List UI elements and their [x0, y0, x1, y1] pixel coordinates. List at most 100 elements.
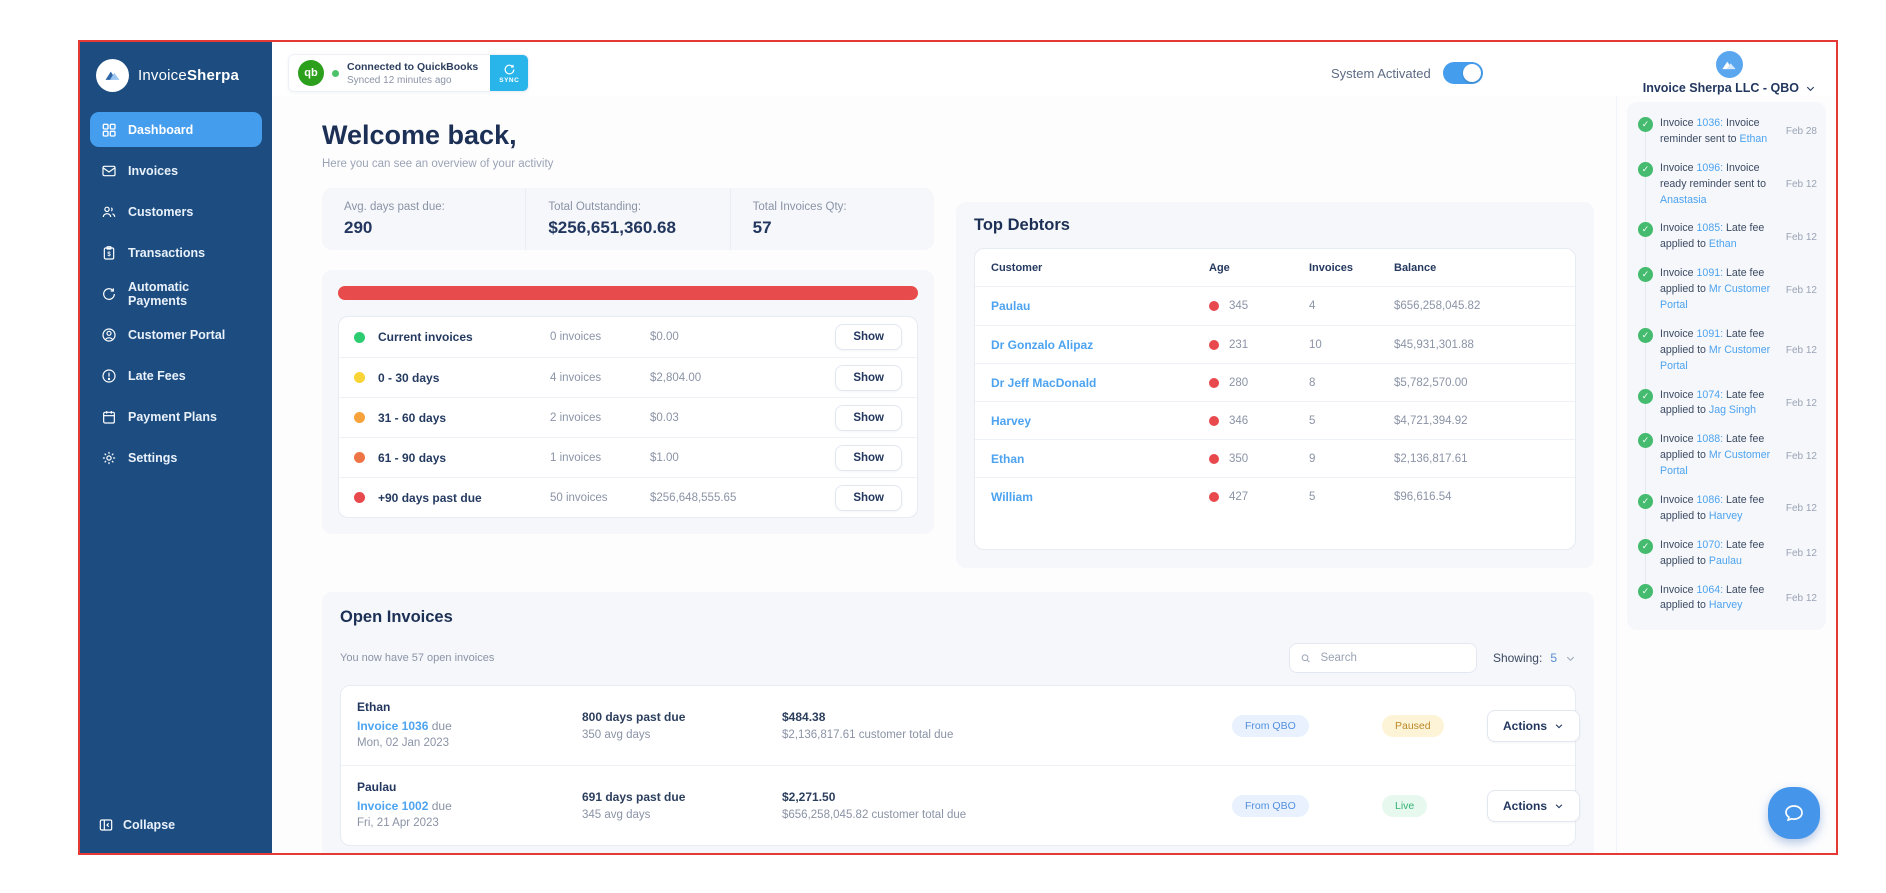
list-item: ✓ Invoice 1070: Late fee applied to Paul…: [1638, 538, 1817, 570]
search-input[interactable]: [1318, 651, 1465, 665]
show-button[interactable]: Show: [835, 365, 902, 391]
chat-launcher-button[interactable]: [1768, 787, 1820, 839]
check-circle-icon: ✓: [1638, 222, 1653, 237]
account-selector[interactable]: Invoice Sherpa LLC - QBO: [1643, 51, 1816, 95]
top-debtors-table: Customer Age Invoices Balance Paulau 345…: [974, 248, 1576, 550]
sidebar-item-invoices[interactable]: Invoices: [90, 153, 262, 188]
sidebar-item-late-fees[interactable]: Late Fees: [90, 358, 262, 393]
aging-row: +90 days past due 50 invoices $256,648,5…: [339, 477, 917, 517]
feed-word: Invoice: [1660, 162, 1694, 174]
aging-status-dot-icon: [354, 372, 365, 383]
debtor-balance: $656,258,045.82: [1394, 300, 1559, 312]
debtor-invoice-count: 4: [1309, 300, 1394, 312]
sidebar-item-customers[interactable]: Customers: [90, 194, 262, 229]
feed-text: Invoice 1074: Late fee applied to Jag Si…: [1660, 388, 1779, 420]
check-circle-icon: ✓: [1638, 267, 1653, 282]
avg-days: 350 avg days: [582, 729, 782, 741]
sidebar-item-dashboard[interactable]: Dashboard: [90, 112, 262, 147]
invoice-number-link[interactable]: Invoice 1002: [357, 799, 428, 813]
check-circle-icon: ✓: [1638, 433, 1653, 448]
show-button[interactable]: Show: [835, 324, 902, 350]
feed-invoice-number-link[interactable]: 1088:: [1697, 433, 1724, 445]
feed-customer-link[interactable]: Harvey: [1709, 510, 1743, 522]
sidebar-item-label: Late Fees: [128, 369, 186, 383]
debtor-balance: $45,931,301.88: [1394, 339, 1559, 351]
table-row: Ethan Invoice 1036 due Mon, 02 Jan 2023 …: [341, 686, 1575, 765]
aging-progress-bar: [338, 286, 918, 300]
feed-date: Feb 12: [1786, 451, 1817, 462]
feed-invoice-number-link[interactable]: 1036:: [1697, 117, 1724, 129]
sidebar-collapse-button[interactable]: Collapse: [80, 801, 272, 853]
list-item: ✓ Invoice 1086: Late fee applied to Harv…: [1638, 493, 1817, 525]
activity-feed-list: ✓ Invoice 1036: Invoice reminder sent to…: [1638, 116, 1817, 614]
feed-invoice-number-link[interactable]: 1086:: [1697, 494, 1724, 506]
sidebar-item-payment-plans[interactable]: Payment Plans: [90, 399, 262, 434]
qb-connected-text: Connected to QuickBooks: [347, 61, 478, 73]
debtor-customer-link[interactable]: Dr Gonzalo Alipaz: [991, 338, 1209, 352]
sync-button[interactable]: SYNC: [490, 55, 528, 91]
debtor-customer-link[interactable]: Ethan: [991, 452, 1209, 466]
feed-invoice-number-link[interactable]: 1091:: [1697, 328, 1724, 340]
invoice-number-link[interactable]: Invoice 1036: [357, 719, 428, 733]
feed-date: Feb 12: [1786, 345, 1817, 356]
feed-customer-link[interactable]: Paulau: [1709, 555, 1742, 567]
show-button[interactable]: Show: [835, 445, 902, 471]
source-badge: From QBO: [1232, 715, 1309, 737]
sidebar-item-settings[interactable]: Settings: [90, 440, 262, 475]
feed-customer-link[interactable]: Ethan: [1709, 238, 1737, 250]
debtor-customer-link[interactable]: Dr Jeff MacDonald: [991, 376, 1209, 390]
feed-word: Invoice: [1660, 389, 1694, 401]
actions-button[interactable]: Actions: [1487, 710, 1580, 742]
check-circle-icon: ✓: [1638, 539, 1653, 554]
debtor-customer-link[interactable]: William: [991, 490, 1209, 504]
show-button[interactable]: Show: [835, 485, 902, 511]
feed-invoice-number-link[interactable]: 1085:: [1697, 222, 1724, 234]
system-activated-toggle[interactable]: [1443, 62, 1483, 84]
mountain-logo-icon: [96, 59, 129, 92]
aging-bucket-label: 0 - 30 days: [378, 371, 550, 385]
due-word: due: [432, 799, 452, 813]
topbar: qb Connected to QuickBooks Synced 12 min…: [272, 42, 1836, 96]
actions-button[interactable]: Actions: [1487, 790, 1580, 822]
aging-amount: $0.00: [650, 331, 835, 343]
feed-customer-link[interactable]: Harvey: [1709, 599, 1743, 611]
column-header-age: Age: [1209, 262, 1309, 274]
collapse-panel-icon: [98, 817, 114, 833]
feed-text: Invoice 1088: Late fee applied to Mr Cus…: [1660, 432, 1779, 480]
feed-invoice-number-link[interactable]: 1064:: [1697, 584, 1724, 596]
feed-customer-link[interactable]: Anastasia: [1660, 194, 1707, 206]
show-button[interactable]: Show: [835, 405, 902, 431]
status-badge: Paused: [1382, 715, 1444, 737]
showing-select[interactable]: [1565, 653, 1576, 664]
feed-customer-link[interactable]: Ethan: [1740, 133, 1768, 145]
gear-icon: [101, 450, 117, 466]
age-dot-icon: [1209, 416, 1219, 426]
account-name-label: Invoice Sherpa LLC - QBO: [1643, 81, 1799, 95]
sidebar-item-customer-portal[interactable]: Customer Portal: [90, 317, 262, 352]
sidebar-item-transactions[interactable]: $ Transactions: [90, 235, 262, 270]
feed-customer-link[interactable]: Jag Singh: [1709, 404, 1756, 416]
aging-row: Current invoices 0 invoices $0.00 Show: [339, 317, 917, 357]
system-activated-label: System Activated: [1331, 66, 1431, 81]
feed-invoice-number-link[interactable]: 1091:: [1697, 267, 1724, 279]
open-invoices-subtitle: You now have 57 open invoices: [340, 652, 1289, 664]
debtor-age: 231: [1229, 339, 1248, 351]
sidebar-item-automatic-payments[interactable]: Automatic Payments: [90, 276, 262, 311]
chevron-down-icon: [1554, 721, 1564, 731]
debtor-customer-link[interactable]: Paulau: [991, 299, 1209, 313]
invoice-amount: $484.38: [782, 710, 1232, 724]
search-box: [1289, 643, 1477, 673]
feed-invoice-number-link[interactable]: 1074:: [1697, 389, 1724, 401]
sync-label: SYNC: [499, 77, 519, 84]
aging-summary-card: Current invoices 0 invoices $0.00 Show 0…: [322, 270, 934, 534]
feed-date: Feb 12: [1786, 548, 1817, 559]
sidebar-nav: Dashboard Invoices Customers $ Transacti…: [80, 112, 272, 481]
debtor-balance: $2,136,817.61: [1394, 453, 1559, 465]
feed-invoice-number-link[interactable]: 1096:: [1697, 162, 1724, 174]
transactions-clipboard-icon: $: [101, 245, 117, 261]
feed-invoice-number-link[interactable]: 1070:: [1697, 539, 1724, 551]
debtor-balance: $96,616.54: [1394, 491, 1559, 503]
sync-refresh-icon: [503, 63, 516, 76]
debtor-customer-link[interactable]: Harvey: [991, 414, 1209, 428]
age-dot-icon: [1209, 301, 1219, 311]
